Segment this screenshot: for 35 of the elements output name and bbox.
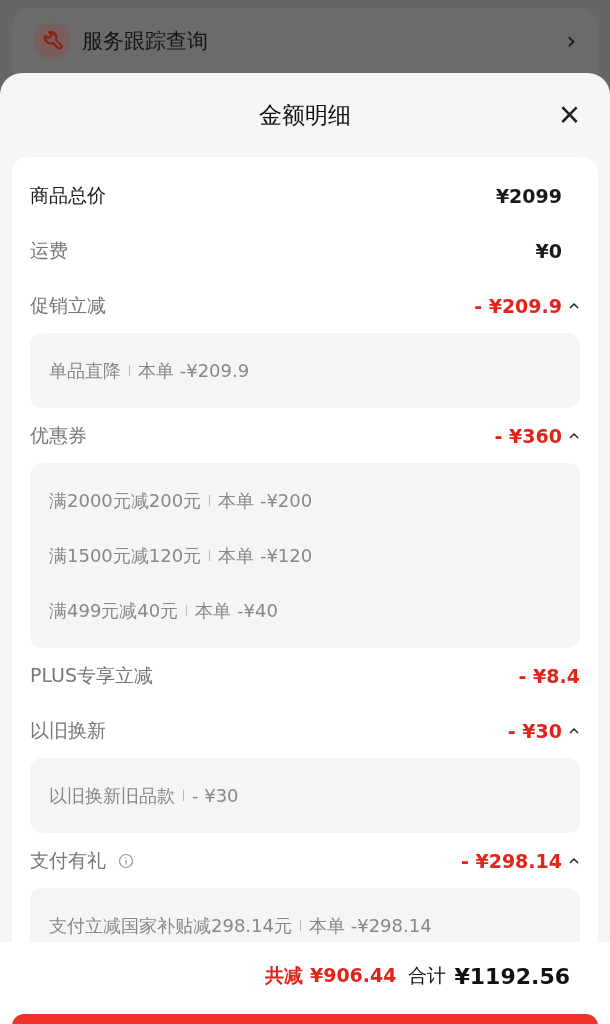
item-label: 以旧换新: [30, 717, 106, 743]
item-label: 优惠券: [30, 422, 87, 448]
service-label: 服务跟踪查询: [82, 27, 209, 55]
detail-name: 单品直降: [49, 358, 121, 383]
item-label: PLUS专享立减: [30, 662, 154, 688]
detail-amount: 本单 -¥120: [218, 543, 313, 568]
sheet-title: 金额明细: [259, 100, 351, 130]
chevron-icon: ›: [566, 26, 576, 55]
detail-amount: 本单 -¥200: [218, 488, 313, 513]
detail-name: 满499元减40元: [49, 598, 179, 623]
item-label: 运费: [30, 237, 68, 263]
item-amount: ¥2099: [495, 184, 562, 207]
item-amount: - ¥298.14: [460, 849, 562, 872]
item-amount: - ¥209.9: [474, 294, 562, 317]
item-amount: - ¥360: [494, 424, 562, 447]
item-amount: ¥0: [535, 239, 562, 262]
item-label: 促销立减: [30, 292, 106, 318]
item-label: 支付有礼: [30, 847, 106, 873]
item-label: 商品总价: [30, 182, 106, 208]
detail-amount: 本单 -¥209.9: [138, 358, 250, 383]
wrench-icon: [34, 22, 70, 59]
total-amount: ¥1192.56: [454, 963, 570, 989]
item-amount: - ¥30: [507, 719, 562, 742]
detail-name: 支付立减国家补贴减298.14元: [49, 913, 292, 938]
detail-name: 满1500元减120元: [49, 543, 202, 568]
total-label: 合计: [408, 963, 447, 988]
detail-amount: 本单 -¥40: [195, 598, 278, 623]
detail-name: 以旧换新旧品款: [49, 783, 175, 808]
detail-name: 满2000元减200元: [49, 488, 202, 513]
detail-amount: 本单 -¥298.14: [309, 913, 432, 938]
close-button[interactable]: ×: [558, 95, 580, 135]
info-icon[interactable]: [118, 852, 134, 869]
saved-total: 共减 ¥906.44: [265, 963, 397, 988]
item-amount: - ¥8.4: [518, 664, 580, 687]
detail-amount: - ¥30: [192, 785, 239, 806]
